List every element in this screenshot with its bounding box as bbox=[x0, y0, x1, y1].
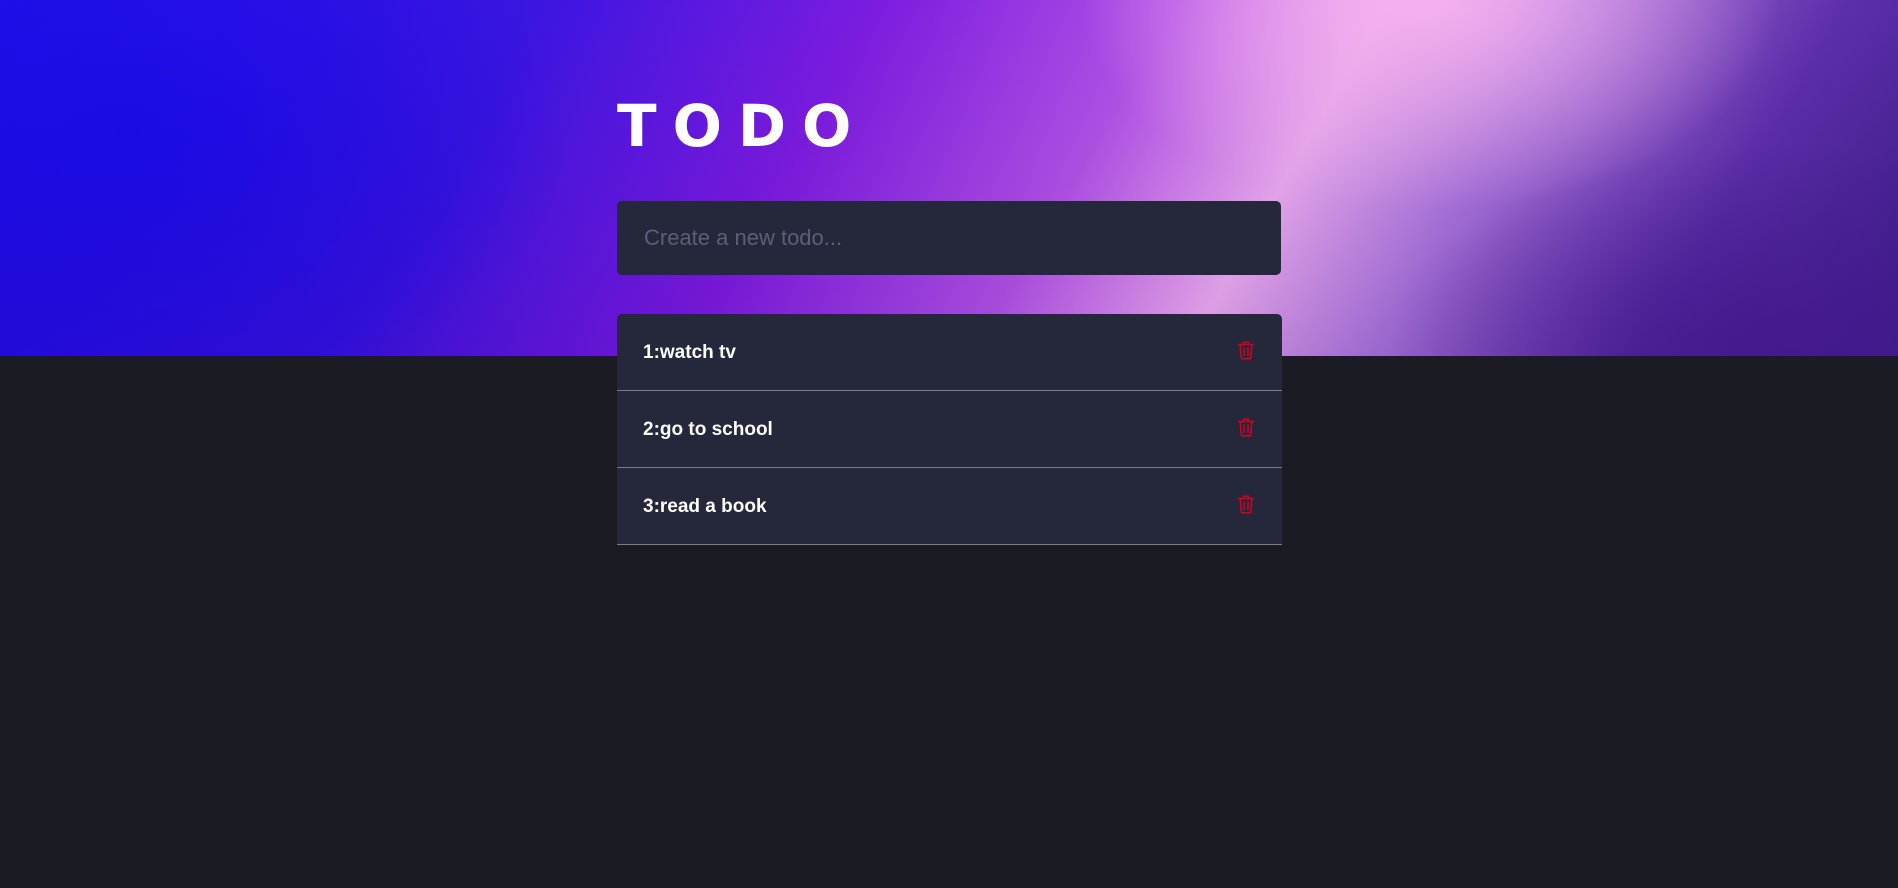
todo-list: 1:watch tv 2:go to school 3:read a book bbox=[617, 314, 1282, 545]
todo-item-label: 1:watch tv bbox=[643, 342, 736, 363]
trash-icon[interactable] bbox=[1236, 416, 1256, 438]
new-todo-input[interactable] bbox=[642, 224, 1256, 252]
todo-item-label: 3:read a book bbox=[643, 496, 767, 517]
page-title: TODO bbox=[617, 92, 868, 160]
todo-item-label: 2:go to school bbox=[643, 419, 773, 440]
todo-item[interactable]: 1:watch tv bbox=[617, 314, 1282, 391]
trash-icon[interactable] bbox=[1236, 339, 1256, 361]
todo-app: TODO 1:watch tv 2:go to school bbox=[617, 92, 1282, 545]
todo-item[interactable]: 2:go to school bbox=[617, 391, 1282, 468]
trash-icon[interactable] bbox=[1236, 493, 1256, 515]
todo-item[interactable]: 3:read a book bbox=[617, 468, 1282, 545]
new-todo-field[interactable] bbox=[617, 201, 1281, 275]
